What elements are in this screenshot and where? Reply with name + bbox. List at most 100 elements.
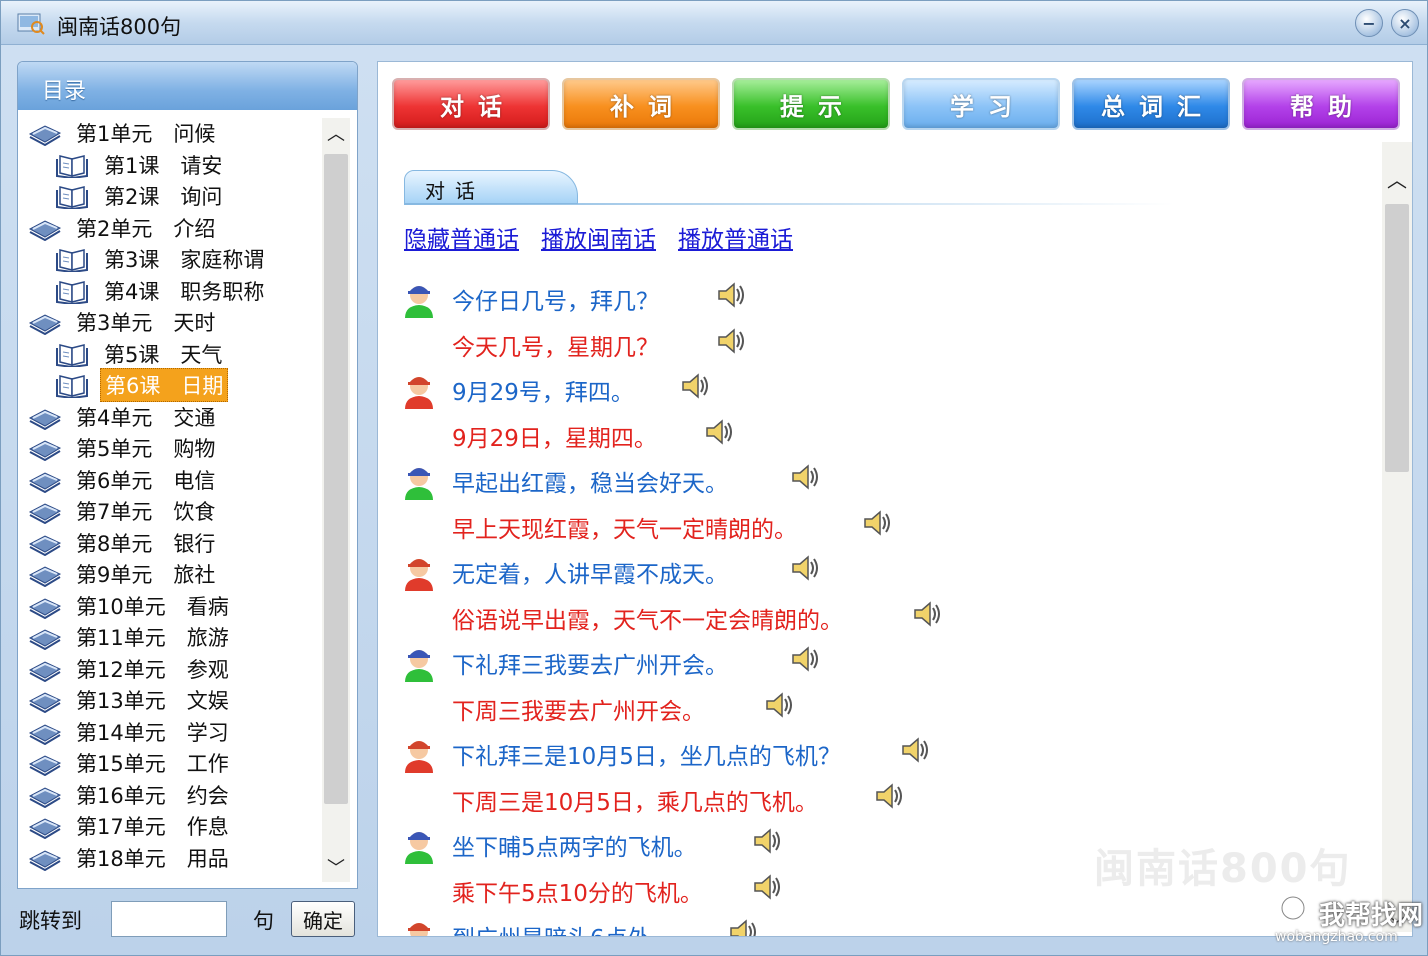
tree-unit-item[interactable]: 第17单元 作息 [28, 811, 233, 841]
speaker-play-icon[interactable] [874, 781, 906, 811]
minnan-line: 下礼拜三我要去广州开会。 [378, 640, 1378, 682]
tree-unit-item[interactable]: 第8单元 银行 [28, 528, 219, 558]
open-book-icon [56, 249, 88, 272]
speaker-play-icon[interactable] [704, 417, 736, 447]
tree-unit-item[interactable]: 第4单元 交通 [28, 402, 219, 432]
help-button[interactable]: 帮助 [1242, 78, 1400, 130]
content-scrollbar[interactable]: ︿ ﹀ [1382, 142, 1412, 937]
scroll-up-icon[interactable]: ︿ [1382, 164, 1412, 193]
tree-lesson-item[interactable]: 第6课 日期 [56, 368, 229, 402]
study-button[interactable]: 学习 [902, 78, 1060, 130]
scroll-thumb[interactable] [324, 154, 348, 804]
speaker-b-avatar-icon [402, 369, 436, 409]
directory-header: 目录 [18, 62, 357, 110]
speaker-play-icon[interactable] [790, 644, 822, 674]
line-text[interactable]: 9月29日，星期四。 [452, 419, 657, 453]
tree-unit-item[interactable]: 第15单元 工作 [28, 748, 233, 778]
tree-item-label: 第18单元 用品 [76, 846, 229, 871]
tree-unit-item[interactable]: 第5单元 购物 [28, 433, 219, 463]
line-text[interactable]: 早起出红霞，稳当会好天。 [452, 464, 728, 498]
speaker-play-icon[interactable] [716, 280, 748, 310]
tree-unit-item[interactable]: 第6单元 电信 [28, 465, 219, 495]
tree-unit-item[interactable]: 第10单元 看病 [28, 591, 233, 621]
book-stack-icon [28, 629, 62, 650]
line-text[interactable]: 早上天现红霞，天气一定晴朗的。 [452, 510, 797, 544]
speaker-play-icon[interactable] [900, 735, 932, 765]
vocabulary-button[interactable]: 总词汇 [1072, 78, 1230, 130]
book-stack-icon [28, 219, 62, 241]
scroll-up-icon[interactable]: ︿ [322, 120, 350, 146]
tree-item-label: 第2单元 介绍 [76, 216, 216, 241]
minnan-line: 下礼拜三是10月5日，坐几点的飞机？ [378, 731, 1378, 773]
line-text[interactable]: 下礼拜三是10月5日，坐几点的飞机？ [452, 737, 841, 771]
tree-item-label: 第5单元 购物 [76, 437, 216, 461]
speaker-b-avatar-icon [402, 733, 436, 773]
close-button[interactable]: × [1391, 9, 1419, 37]
tree-unit-item[interactable]: 第3单元 天时 [28, 307, 219, 337]
book-stack-icon [28, 692, 62, 713]
tree-unit-item[interactable]: 第16单元 约会 [28, 780, 233, 810]
tree-item-label: 第9单元 旅社 [76, 563, 216, 587]
speaker-play-icon[interactable] [680, 371, 712, 401]
tree-unit-item[interactable]: 第18单元 用品 [28, 843, 233, 873]
line-text[interactable]: 下礼拜三我要去广州开会。 [452, 646, 728, 680]
line-text[interactable]: 今仔日几号，拜几？ [452, 282, 659, 316]
book-stack-icon [28, 503, 62, 524]
fill-word-button[interactable]: 补词 [562, 78, 720, 130]
line-text[interactable]: 无定着，人讲早霞不成天。 [452, 555, 728, 589]
tree-unit-item[interactable]: 第7单元 饮食 [28, 496, 219, 526]
tree-item-label: 第17单元 作息 [76, 815, 229, 839]
speaker-a-avatar-icon [402, 642, 436, 682]
speaker-a-avatar-icon [402, 824, 436, 864]
play-minnan-link[interactable]: 播放闽南话 [541, 220, 656, 254]
speaker-play-icon[interactable] [728, 917, 760, 936]
line-text[interactable]: 9月29号，拜四。 [452, 373, 634, 407]
speaker-play-icon[interactable] [716, 326, 748, 356]
tree-unit-item[interactable]: 第2单元 介绍 [28, 213, 219, 243]
tree-lesson-item[interactable]: 第4课 职务职称 [56, 276, 268, 306]
line-text[interactable]: 乘下午5点10分的飞机。 [452, 874, 703, 908]
tree-lesson-item[interactable]: 第1课 请安 [56, 150, 226, 180]
tree-lesson-item[interactable]: 第2课 询问 [56, 181, 226, 211]
tree-unit-item[interactable]: 第12单元 参观 [28, 654, 233, 684]
speaker-play-icon[interactable] [764, 690, 796, 720]
line-text[interactable]: 俗语说早出霞，天气不一定会晴朗的。 [452, 601, 843, 635]
book-stack-icon [28, 440, 62, 461]
jump-input[interactable] [111, 901, 227, 937]
book-stack-icon [28, 755, 62, 776]
play-mandarin-link[interactable]: 播放普通话 [678, 220, 793, 254]
open-book-icon [56, 186, 88, 209]
tree-unit-item[interactable]: 第11单元 旅游 [28, 622, 233, 652]
speaker-play-icon[interactable] [790, 553, 822, 583]
dialogue-button[interactable]: 对话 [392, 78, 550, 130]
title-bar[interactable]: 闽南话800句 − × [1, 1, 1427, 45]
book-stack-icon [28, 786, 62, 808]
line-text[interactable]: 到广州是暗头6点外。 [452, 919, 674, 936]
minimize-button[interactable]: − [1355, 9, 1383, 37]
line-text[interactable]: 坐下晡5点两字的飞机。 [452, 828, 697, 862]
tree-unit-item[interactable]: 第1单元 问候 [28, 118, 219, 148]
tree-unit-item[interactable]: 第14单元 学习 [28, 717, 233, 747]
speaker-play-icon[interactable] [912, 599, 944, 629]
line-text[interactable]: 今天几号，星期几？ [452, 328, 659, 362]
scroll-thumb[interactable] [1385, 204, 1409, 472]
line-text[interactable]: 下周三我要去广州开会。 [452, 692, 705, 726]
toolbar: 对话 补词 提示 学习 总词汇 帮助 [392, 78, 1402, 130]
book-stack-icon [28, 471, 62, 493]
speaker-play-icon[interactable] [752, 826, 784, 856]
speaker-play-icon[interactable] [752, 872, 784, 902]
speaker-play-icon[interactable] [862, 508, 894, 538]
confirm-button[interactable]: 确定 [291, 901, 355, 937]
line-text[interactable]: 下周三是10月5日，乘几点的飞机。 [452, 783, 818, 817]
tree-unit-item[interactable]: 第9单元 旅社 [28, 559, 219, 589]
speaker-play-icon[interactable] [790, 462, 822, 492]
directory-scrollbar[interactable]: ︿ ﹀ [322, 118, 350, 882]
hint-button[interactable]: 提示 [732, 78, 890, 130]
minnan-line: 到广州是暗头6点外。 [378, 913, 1378, 936]
tree-lesson-item[interactable]: 第3课 家庭称谓 [56, 244, 268, 274]
scroll-down-icon[interactable]: ﹀ [322, 854, 350, 880]
tree-lesson-item[interactable]: 第5课 天气 [56, 339, 226, 369]
hide-mandarin-link[interactable]: 隐藏普通话 [404, 220, 519, 254]
tree-unit-item[interactable]: 第13单元 文娱 [28, 685, 233, 715]
minnan-line: 无定着，人讲早霞不成天。 [378, 549, 1378, 591]
